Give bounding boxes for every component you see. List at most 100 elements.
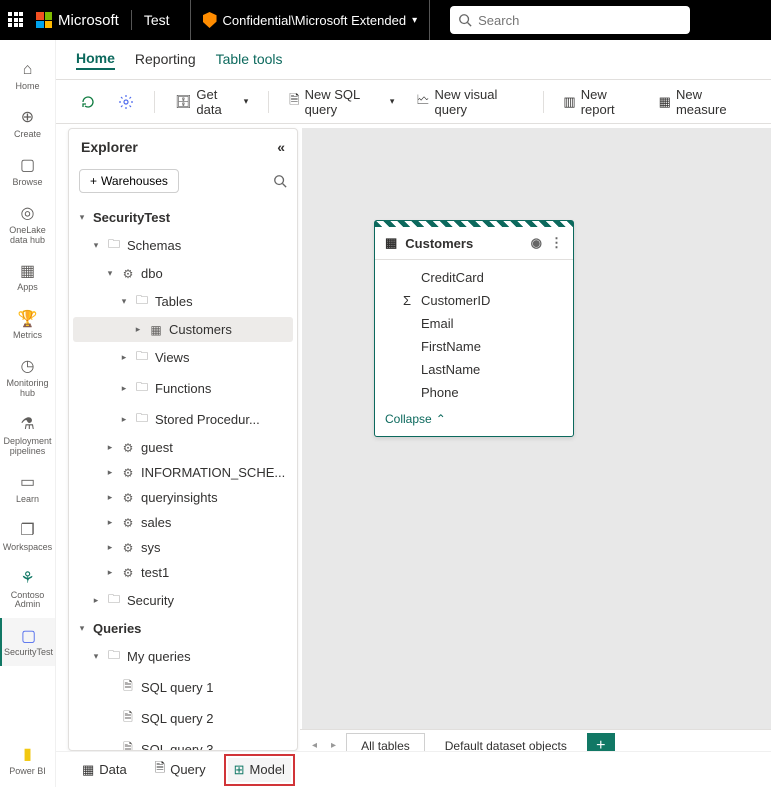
- nav-label: Monitoring hub: [0, 379, 55, 399]
- globe-icon: ◎: [18, 204, 38, 224]
- tree-schema-guest[interactable]: ▸⚙guest: [73, 435, 293, 460]
- search-icon[interactable]: [273, 174, 287, 188]
- chevron-right-icon: ▸: [91, 595, 101, 606]
- settings-button[interactable]: [112, 90, 140, 114]
- sql-file-icon: 🗎: [121, 739, 135, 750]
- schema-icon: ⚙: [121, 516, 135, 530]
- new-visual-query-button[interactable]: 🗠New visual query: [410, 83, 528, 121]
- divider: [131, 10, 132, 30]
- nav-monitoring[interactable]: ◷Monitoring hub: [0, 349, 55, 407]
- new-measure-button[interactable]: ▦New measure: [653, 83, 753, 121]
- tree-label: Functions: [155, 381, 211, 396]
- chevron-right-icon: ▸: [105, 442, 115, 453]
- tree-label: SQL query 2: [141, 711, 214, 726]
- tree-query-2[interactable]: 🗎SQL query 2: [73, 703, 293, 734]
- field-firstname[interactable]: FirstName: [403, 335, 563, 358]
- field-email[interactable]: Email: [403, 312, 563, 335]
- gauge-icon: ◷: [18, 357, 38, 377]
- tree-sprocs[interactable]: ▸🗀Stored Procedur...: [73, 404, 293, 435]
- nav-pipelines[interactable]: ⚗Deployment pipelines: [0, 407, 55, 465]
- nav-label: Learn: [16, 495, 39, 505]
- tree-root[interactable]: ▾SecurityTest: [73, 205, 293, 230]
- tree-label: My queries: [127, 649, 191, 664]
- table-card-customers[interactable]: ▦ Customers ◉ ⋮ CreditCard ΣCustomerID E…: [374, 220, 574, 437]
- chevron-right-icon: ▸: [133, 324, 143, 335]
- refresh-button[interactable]: [74, 90, 102, 114]
- model-canvas[interactable]: ▦ Customers ◉ ⋮ CreditCard ΣCustomerID E…: [302, 128, 771, 787]
- tree-schema-info[interactable]: ▸⚙INFORMATION_SCHE...: [73, 460, 293, 485]
- schema-icon: ⚙: [121, 566, 135, 580]
- field-phone[interactable]: Phone: [403, 381, 563, 404]
- new-sql-query-button[interactable]: 🗎New SQL query▾: [283, 83, 400, 121]
- tree-schema-sys[interactable]: ▸⚙sys: [73, 535, 293, 560]
- nav-contoso[interactable]: ⚘Contoso Admin: [0, 561, 55, 619]
- tab-tabletools[interactable]: Table tools: [216, 51, 283, 69]
- btn-label: New visual query: [435, 87, 523, 117]
- main-area: Explorer « +Warehouses ▾SecurityTest ▾🗀S…: [56, 124, 771, 787]
- nav-browse[interactable]: ▢Browse: [0, 148, 55, 196]
- app-launcher-icon[interactable]: [8, 12, 24, 28]
- view-data-button[interactable]: ▦Data: [76, 758, 133, 782]
- tree-schema-queryinsights[interactable]: ▸⚙queryinsights: [73, 485, 293, 510]
- nav-learn[interactable]: ▭Learn: [0, 465, 55, 513]
- nav-label: Create: [14, 130, 41, 140]
- collapse-label: Collapse: [385, 412, 432, 426]
- more-icon[interactable]: ⋮: [550, 235, 563, 251]
- tree-queries[interactable]: ▾Queries: [73, 616, 293, 641]
- tree-views[interactable]: ▸🗀Views: [73, 342, 293, 373]
- view-model-button[interactable]: ⊞Model: [228, 758, 291, 782]
- chevron-up-icon: ⌃: [436, 412, 446, 426]
- nav-onelake[interactable]: ◎OneLake data hub: [0, 196, 55, 254]
- nav-securitytest[interactable]: ▢SecurityTest: [0, 618, 55, 666]
- nav-label: Contoso Admin: [0, 591, 55, 611]
- tree-table-customers[interactable]: ▸▦Customers: [73, 317, 293, 342]
- scroll-right-icon[interactable]: ▸: [327, 740, 340, 751]
- tree-schema-test1[interactable]: ▸⚙test1: [73, 560, 293, 585]
- tab-home[interactable]: Home: [76, 50, 115, 70]
- pipeline-icon: ⚗: [18, 415, 38, 435]
- global-search[interactable]: [450, 6, 690, 34]
- tree-label: guest: [141, 440, 173, 455]
- tree-query-1[interactable]: 🗎SQL query 1: [73, 672, 293, 703]
- nav-metrics[interactable]: 🏆Metrics: [0, 301, 55, 349]
- classification-picker[interactable]: Confidential\Microsoft Extended ▾: [190, 0, 431, 40]
- new-report-button[interactable]: ▥New report: [557, 83, 642, 121]
- get-data-button[interactable]: 🗄Get data▾: [169, 83, 254, 121]
- scroll-left-icon[interactable]: ◂: [308, 740, 321, 751]
- nav-workspaces[interactable]: ❐Workspaces: [0, 513, 55, 561]
- tree-functions[interactable]: ▸🗀Functions: [73, 373, 293, 404]
- tree-security[interactable]: ▸🗀Security: [73, 585, 293, 616]
- chevron-down-icon: ▾: [77, 212, 87, 223]
- tree-my-queries[interactable]: ▾🗀My queries: [73, 641, 293, 672]
- nav-create[interactable]: ⊕Create: [0, 100, 55, 148]
- tab-reporting[interactable]: Reporting: [135, 51, 196, 69]
- field-customerid[interactable]: ΣCustomerID: [403, 289, 563, 312]
- nav-home[interactable]: ⌂Home: [0, 52, 55, 100]
- folder-icon: 🗀: [107, 235, 121, 256]
- view-query-button[interactable]: 🗎Query: [149, 755, 212, 785]
- search-input[interactable]: [478, 13, 682, 28]
- field-creditcard[interactable]: CreditCard: [403, 266, 563, 289]
- nav-apps[interactable]: ▦Apps: [0, 253, 55, 301]
- tree-query-3[interactable]: 🗎SQL query 3: [73, 734, 293, 750]
- add-warehouses-button[interactable]: +Warehouses: [79, 169, 179, 193]
- tree-schema-sales[interactable]: ▸⚙sales: [73, 510, 293, 535]
- tree-schema-dbo[interactable]: ▾⚙dbo: [73, 261, 293, 286]
- btn-label: New report: [581, 87, 637, 117]
- explorer-title: Explorer: [81, 139, 138, 155]
- field-lastname[interactable]: LastName: [403, 358, 563, 381]
- btn-label: New SQL query: [305, 87, 385, 117]
- tree-tables[interactable]: ▾🗀Tables: [73, 286, 293, 317]
- card-collapse-button[interactable]: Collapse ⌃: [375, 406, 573, 436]
- tree-label: Views: [155, 350, 189, 365]
- collapse-panel-icon[interactable]: «: [277, 139, 285, 155]
- visibility-icon[interactable]: ◉: [531, 235, 542, 251]
- chevron-right-icon: ▸: [105, 467, 115, 478]
- nav-label: Home: [15, 82, 39, 92]
- nav-powerbi[interactable]: ▮Power BI: [0, 735, 55, 787]
- schema-icon: ⚙: [121, 267, 135, 281]
- chevron-down-icon: ▾: [77, 623, 87, 634]
- tree-label: test1: [141, 565, 169, 580]
- tree-schemas[interactable]: ▾🗀Schemas: [73, 230, 293, 261]
- warehouse-icon: ▢: [19, 626, 39, 646]
